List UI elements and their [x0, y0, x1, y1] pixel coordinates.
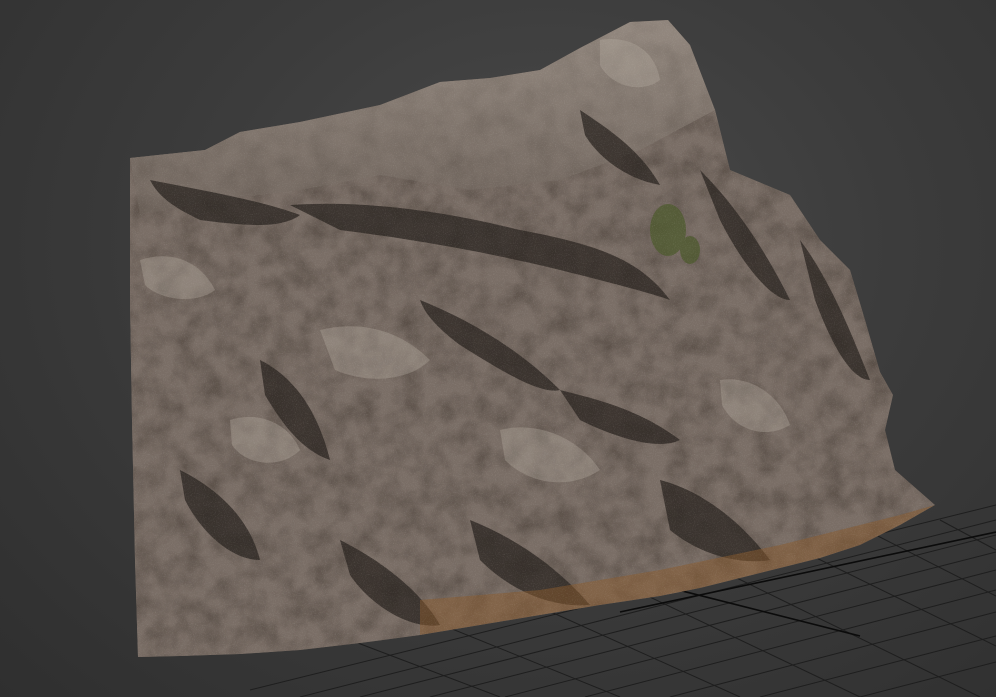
- viewport-canvas[interactable]: [0, 0, 996, 697]
- 3d-viewport[interactable]: [0, 0, 996, 697]
